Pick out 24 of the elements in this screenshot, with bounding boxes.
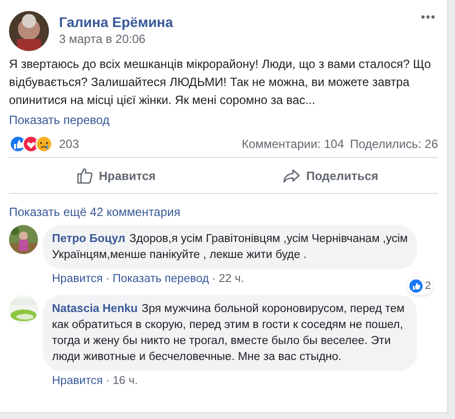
translate-link[interactable]: Показать перевод	[9, 111, 110, 129]
more-comments-link[interactable]: Показать ещё 42 комментария	[9, 204, 180, 220]
dot-separator: ·	[106, 272, 110, 287]
comment-action-link[interactable]: Нравится	[52, 373, 103, 389]
post-time[interactable]: 3 марта в 20:06	[59, 31, 421, 47]
share-button[interactable]: Поделиться	[224, 158, 438, 193]
thumbs-up-icon	[76, 167, 93, 184]
more-icon[interactable]	[421, 15, 435, 19]
comment-time[interactable]: 16 ч.	[112, 373, 138, 389]
like-count: 2	[424, 278, 431, 294]
share-arrow-icon	[283, 168, 300, 182]
dot-separator: ·	[212, 272, 216, 287]
comment-time[interactable]: 22 ч.	[218, 271, 244, 287]
comment-action-link[interactable]: Нравится	[52, 271, 103, 287]
comment-action-link[interactable]: Показать перевод	[112, 271, 209, 287]
like-button[interactable]: Нравится	[9, 158, 224, 193]
comment-count[interactable]: Комментарии: 104	[242, 134, 344, 152]
reaction-count[interactable]: 203	[59, 134, 80, 152]
dot-separator: ·	[106, 374, 110, 389]
author-name[interactable]: Галина Ерёмина	[59, 13, 421, 31]
comment-bubble: Петро Боцул Здоров,я усім Гравітонівцям ,усім Чернівчанам ,усім Українцям,менше панікуйте , лекше жити буде .	[43, 225, 417, 269]
share-count[interactable]: Поделились: 26	[350, 134, 438, 152]
post-text: Я звертаюсь до всіх мешканців мікрорайону! Люди, що з вами сталося? Що відбувається? Залишайтеся ЛЮДЬМИ! Так не можна, ви можете завтра опинитися на місці цієї жінки. Як мені соромно за вас...	[9, 56, 432, 109]
comment-bubble: Natascia Henku Зря мужчина больной короновирусом, перед тем как обратиться в скорую, перед этим в гости к соседям не пошел, тогда и жену бы никто не трогал, вместе было бы веселее. Эти люди животные и бесчеловечные. Мне за вас стыдно.	[43, 295, 417, 371]
